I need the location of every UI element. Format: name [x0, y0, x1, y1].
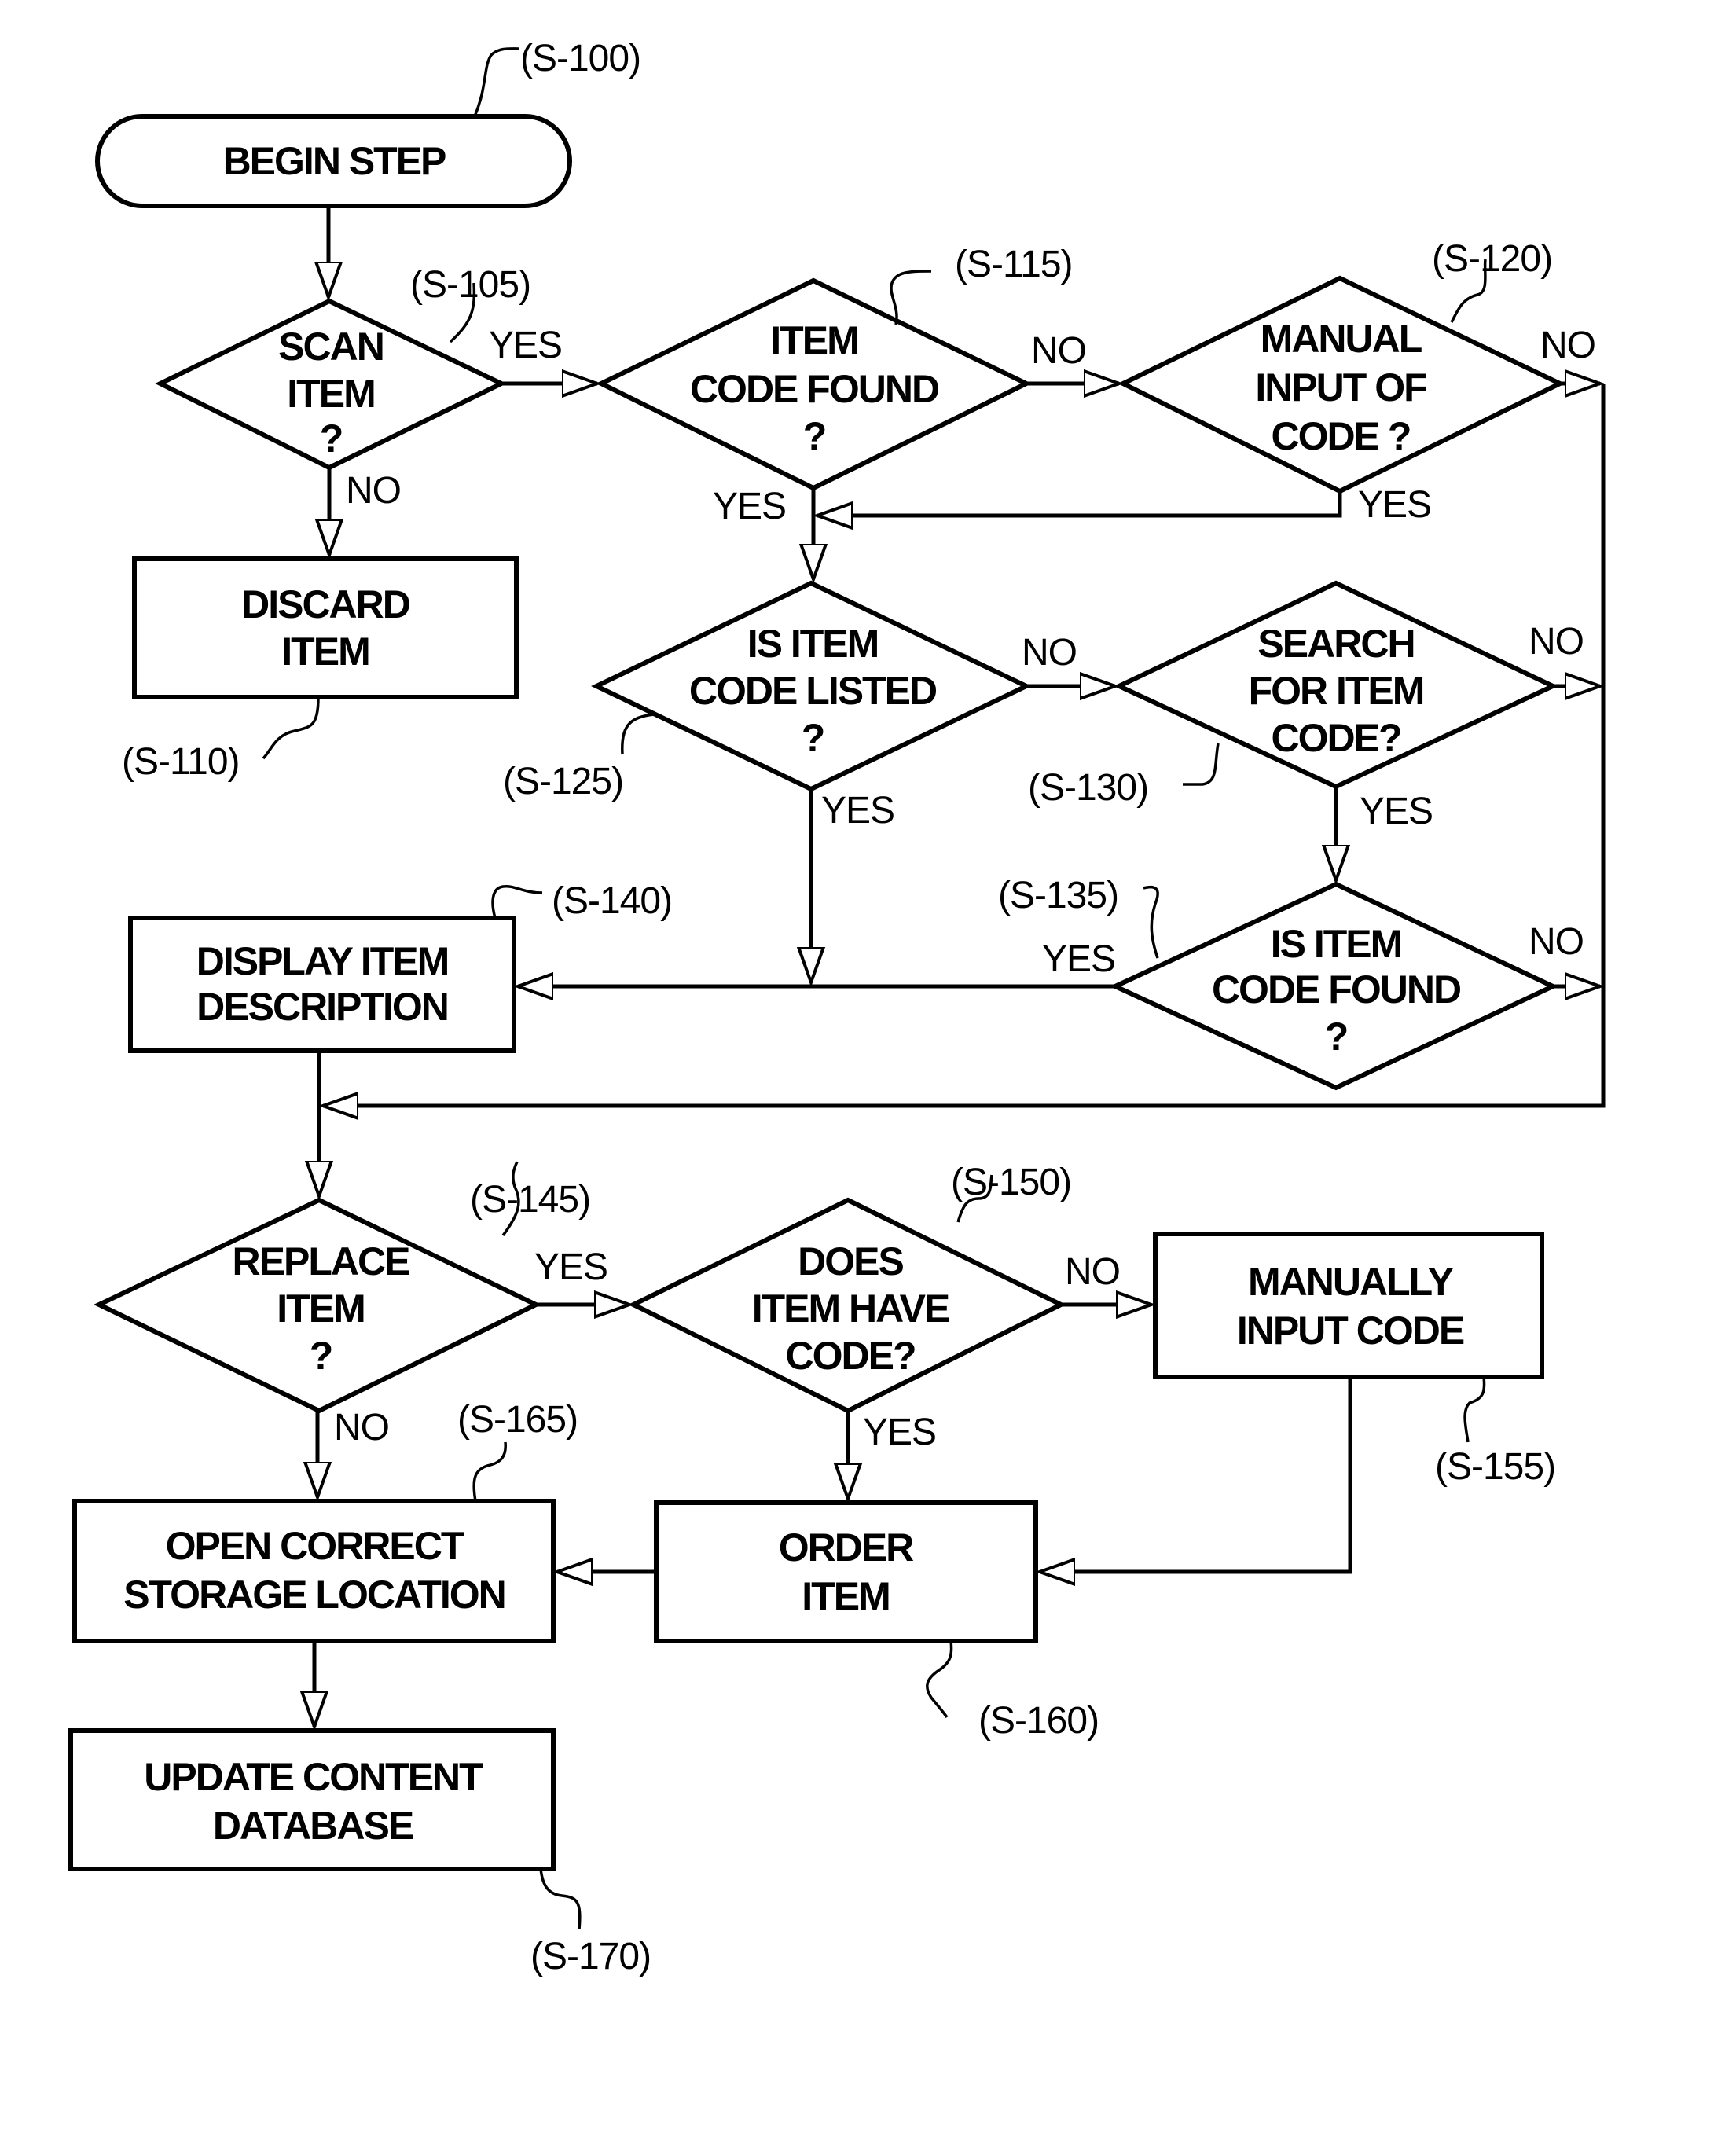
ref-label-s170: (S-170) [530, 1936, 651, 1977]
edge-manual-to-order [1040, 1377, 1352, 1572]
node-label-line: OPEN CORRECT [166, 1524, 464, 1568]
node-label-line: CODE FOUND [690, 367, 939, 411]
label-scan-no: NO [346, 470, 401, 512]
ref-label-s150: (S-150) [951, 1162, 1071, 1203]
node-label-line: STORAGE LOCATION [123, 1573, 505, 1617]
node-label-line: IS ITEM [747, 622, 879, 666]
node-label-line: SCAN [278, 325, 384, 369]
node-label-line: MANUAL [1261, 317, 1422, 361]
node-begin-step: BEGIN STEP [95, 114, 572, 208]
ref-label-s130: (S-130) [1028, 767, 1148, 809]
label-search-yes: YES [1360, 791, 1433, 832]
node-label-line: ITEM [802, 1574, 889, 1618]
node-open-correct-storage-location: OPEN CORRECT STORAGE LOCATION [72, 1499, 556, 1643]
ref-label-s100: (S-100) [520, 38, 640, 79]
ref-label-s155: (S-155) [1435, 1446, 1555, 1488]
node-label-line: ITEM [770, 318, 857, 362]
node-manually-input-code: MANUALLY INPUT CODE [1153, 1232, 1544, 1379]
node-label-line: CODE LISTED [689, 669, 937, 713]
node-label-line: ? [1325, 1015, 1348, 1059]
node-label-line: CODE FOUND [1212, 967, 1461, 1011]
node-search-for-item-code: SEARCH FOR ITEM CODE? [1113, 580, 1559, 790]
leader-s110 [262, 696, 320, 760]
label-codefound-no: NO [1529, 921, 1584, 963]
node-label-line: ITEM [277, 1287, 364, 1331]
node-label-line: CODE? [1272, 716, 1401, 760]
node-label-line: REPLACE [233, 1239, 410, 1283]
node-order-item: ORDER ITEM [654, 1500, 1038, 1643]
label-hascode-no: NO [1065, 1251, 1120, 1293]
node-label-line: UPDATE CONTENT [144, 1755, 483, 1799]
leader-s130 [1183, 743, 1220, 786]
node-label-line: ? [320, 417, 343, 461]
leader-s135 [1143, 885, 1159, 959]
ref-label-s125: (S-125) [503, 761, 623, 802]
leader-s115 [890, 270, 932, 325]
node-label-line: DISCARD [241, 582, 410, 626]
label-found-yes: YES [713, 486, 786, 527]
node-label-line: INPUT OF [1255, 365, 1426, 409]
label-hascode-yes: YES [863, 1412, 936, 1453]
ref-label-s120: (S-120) [1432, 238, 1552, 280]
leader-s140 [491, 885, 543, 919]
leader-s100 [473, 47, 519, 117]
node-label-line: ? [802, 716, 824, 760]
node-label-line: DOES [798, 1239, 903, 1283]
node-replace-item: REPLACE ITEM ? [94, 1197, 541, 1414]
node-label-line: DISPLAY ITEM [196, 939, 449, 983]
label-found-no: NO [1031, 330, 1086, 372]
node-display-item-description: DISPLAY ITEM DESCRIPTION [128, 916, 516, 1053]
label-replace-no: NO [334, 1407, 389, 1448]
edge-manual-yes [817, 491, 1342, 516]
node-manual-input-of-code: MANUAL INPUT OF CODE ? [1118, 275, 1565, 494]
node-label-line: DESCRIPTION [196, 985, 448, 1029]
leader-s170 [539, 1868, 582, 1930]
ref-label-s135: (S-135) [998, 875, 1118, 916]
node-label-line: ? [310, 1334, 332, 1378]
node-is-item-code-listed: IS ITEM CODE LISTED ? [591, 580, 1032, 792]
node-is-item-code-found: IS ITEM CODE FOUND ? [1109, 881, 1559, 1091]
node-label-line: FOR ITEM [1249, 669, 1424, 713]
leader-s125 [621, 713, 655, 755]
node-label-line: ITEM [287, 372, 374, 416]
node-label-line: IS ITEM [1271, 922, 1402, 966]
label-replace-yes: YES [534, 1246, 607, 1288]
ref-label-s160: (S-160) [978, 1700, 1099, 1742]
node-label-line: ORDER [779, 1525, 914, 1569]
node-label-line: INPUT CODE [1237, 1309, 1464, 1353]
label-scan-yes: YES [489, 325, 562, 366]
ref-label-s140: (S-140) [552, 880, 672, 922]
node-does-item-have-code: DOES ITEM HAVE CODE? [628, 1197, 1066, 1414]
flowchart: BEGIN STEP SCAN ITEM ? DISCARD ITEM ITEM… [68, 38, 1606, 1977]
node-label-line: MANUALLY [1248, 1260, 1454, 1304]
node-label-line: ITEM [281, 630, 369, 674]
ref-label-s165: (S-165) [457, 1399, 578, 1441]
node-label-line: ? [803, 414, 826, 458]
node-label-line: ITEM HAVE [752, 1287, 949, 1331]
node-label-line: SEARCH [1257, 622, 1414, 666]
node-label-line: DATABASE [213, 1804, 413, 1848]
node-update-content-database: UPDATE CONTENT DATABASE [68, 1728, 556, 1871]
label-manual-no: NO [1540, 325, 1595, 366]
node-label-line: CODE ? [1272, 414, 1411, 458]
ref-label-s145: (S-145) [470, 1179, 590, 1221]
label-listed-no: NO [1022, 632, 1077, 674]
node-scan-item: SCAN ITEM ? [155, 298, 507, 471]
leader-s160 [926, 1640, 953, 1719]
label-codefound-yes: YES [1042, 938, 1115, 980]
node-discard-item: DISCARD ITEM [132, 556, 519, 699]
ref-label-s105: (S-105) [410, 264, 530, 306]
ref-label-s115: (S-115) [955, 244, 1073, 285]
ref-label-s110: (S-110) [122, 741, 240, 783]
leader-s155 [1463, 1376, 1486, 1443]
label-manual-yes: YES [1358, 484, 1431, 526]
leader-s165 [472, 1441, 507, 1502]
label-search-no: NO [1529, 621, 1584, 663]
node-label: BEGIN STEP [223, 139, 446, 183]
label-listed-yes: YES [821, 790, 894, 832]
node-item-code-found: ITEM CODE FOUND ? [596, 277, 1032, 491]
node-label-line: CODE? [786, 1334, 916, 1378]
